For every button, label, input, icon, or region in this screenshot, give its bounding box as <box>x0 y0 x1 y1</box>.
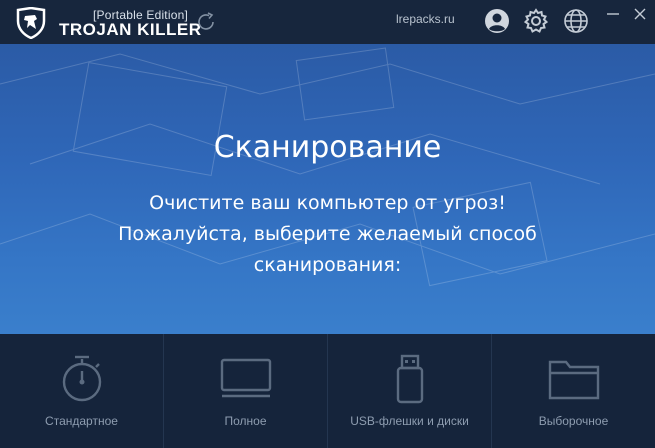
close-icon[interactable] <box>632 6 648 22</box>
subtitle-line: Очистите ваш компьютер от угроз! <box>149 192 506 214</box>
page-title: Сканирование <box>213 130 442 165</box>
hero-subtitle: Очистите ваш компьютер от угроз! Пожалуй… <box>0 188 655 281</box>
site-link[interactable]: lrepacks.ru <box>396 12 455 26</box>
scan-options: Стандартное Полное USB-флешки и диски Вы… <box>0 334 655 448</box>
scan-option-label: Стандартное <box>45 414 118 428</box>
app-name: TROJAN KILLER <box>59 20 202 39</box>
scan-option-label: Выборочное <box>538 414 609 428</box>
user-icon[interactable] <box>483 7 511 35</box>
trojan-killer-logo <box>16 7 46 39</box>
scan-option-custom[interactable]: Выборочное <box>492 334 655 448</box>
scan-option-label: USB-флешки и диски <box>350 414 469 428</box>
subtitle-line: сканирования: <box>253 254 402 276</box>
refresh-icon[interactable] <box>194 10 218 34</box>
scan-option-full[interactable]: Полное <box>164 334 328 448</box>
monitor-icon <box>220 358 271 398</box>
usb-drive-icon <box>396 354 423 404</box>
minimize-icon[interactable] <box>605 6 621 22</box>
scan-option-label: Полное <box>224 414 267 428</box>
gear-icon[interactable] <box>522 7 550 35</box>
scan-option-standard[interactable]: Стандартное <box>0 334 164 448</box>
globe-icon[interactable] <box>562 7 590 35</box>
folder-icon <box>548 360 599 400</box>
hero-banner: Сканирование Очистите ваш компьютер от у… <box>0 44 655 334</box>
stopwatch-icon <box>62 355 101 402</box>
subtitle-line: Пожалуйста, выберите желаемый способ <box>118 223 537 245</box>
title-bar: [Portable Edition] TROJAN KILLER lrepack… <box>0 0 655 44</box>
scan-option-usb[interactable]: USB-флешки и диски <box>328 334 492 448</box>
